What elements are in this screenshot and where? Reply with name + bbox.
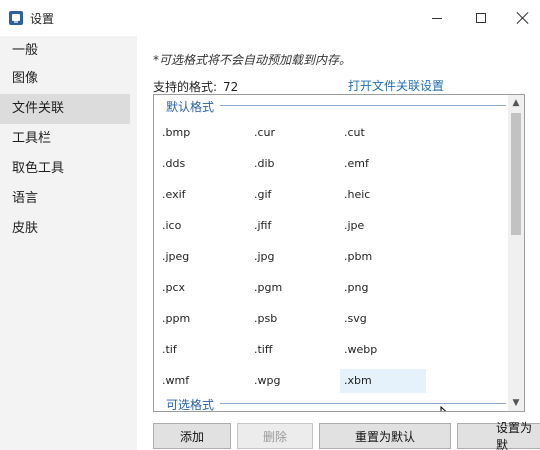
sidebar-item-label: 图像 xyxy=(12,71,39,86)
sidebar-item-label: 皮肤 xyxy=(12,221,39,236)
reset-default-button[interactable]: 重置为默认 xyxy=(319,423,451,449)
format-item[interactable]: .dib xyxy=(250,152,336,176)
app-icon xyxy=(9,11,23,25)
sidebar-item-label: 文件关联 xyxy=(12,101,65,116)
set-default-button[interactable]: 设置为默 xyxy=(457,421,540,450)
format-item[interactable]: .dds xyxy=(158,152,244,176)
maximize-icon xyxy=(476,13,486,23)
format-item[interactable]: .jfif xyxy=(250,214,336,238)
format-item[interactable]: .tiff xyxy=(250,338,336,362)
close-icon xyxy=(517,12,529,24)
format-item[interactable]: .pcx xyxy=(158,276,244,300)
chevron-down-icon[interactable]: ▼ xyxy=(508,395,524,411)
minimize-button[interactable] xyxy=(414,0,460,36)
format-list[interactable]: 默认格式 .bmp .cur .cut .dds .dib .emf .exif .gif .h… xyxy=(153,94,525,412)
format-item[interactable]: .tif xyxy=(158,338,244,362)
vertical-scrollbar[interactable]: ▲ ▼ xyxy=(508,95,524,411)
mouse-pointer-icon xyxy=(440,406,447,411)
default-formats-header: 默认格式 xyxy=(166,98,221,115)
format-item[interactable]: .ppm xyxy=(158,307,244,331)
supported-formats-label: 支持的格式: xyxy=(153,80,218,94)
sidebar-item-skin[interactable]: 皮肤 xyxy=(0,214,130,244)
minimize-icon xyxy=(432,17,442,19)
title-bar: 设置 xyxy=(0,0,540,36)
scroll-thumb[interactable] xyxy=(511,113,521,235)
format-item[interactable]: .svg xyxy=(340,307,426,331)
format-item[interactable]: .heic xyxy=(340,183,426,207)
format-item[interactable]: .png xyxy=(340,276,426,300)
supported-formats-value: 72 xyxy=(223,80,239,94)
sidebar-item-image[interactable]: 图像 xyxy=(0,64,130,94)
maximize-button[interactable] xyxy=(458,0,504,36)
add-button[interactable]: 添加 xyxy=(153,423,231,449)
sidebar-item-language[interactable]: 语言 xyxy=(0,184,130,214)
preload-note: *可选格式将不会自动预加载到内存。 xyxy=(153,53,352,67)
format-item[interactable]: .xbm xyxy=(340,369,426,393)
format-item[interactable]: .jpeg xyxy=(158,245,244,269)
format-item[interactable]: .gif xyxy=(250,183,336,207)
format-item[interactable]: .jpe xyxy=(340,214,426,238)
format-item[interactable]: .jpg xyxy=(250,245,336,269)
close-button[interactable] xyxy=(500,0,540,36)
format-item[interactable]: .bmp xyxy=(158,121,244,145)
format-item[interactable]: .pgm xyxy=(250,276,336,300)
window-title: 设置 xyxy=(30,12,55,26)
format-item[interactable]: .ico xyxy=(158,214,244,238)
chevron-up-icon[interactable]: ▲ xyxy=(508,95,524,111)
settings-content: *可选格式将不会自动预加载到内存。 支持的格式: 72 打开文件关联设置 默认格式… xyxy=(137,36,540,450)
sidebar-item-label: 工具栏 xyxy=(12,131,52,146)
format-item[interactable]: .emf xyxy=(340,152,426,176)
sidebar-item-general[interactable]: 一般 xyxy=(0,36,130,66)
format-item[interactable]: .exif xyxy=(158,183,244,207)
format-item[interactable]: .psb xyxy=(250,307,336,331)
optional-formats-header: 可选格式 xyxy=(166,396,221,411)
delete-button[interactable]: 删除 xyxy=(237,423,313,449)
sidebar-item-file-association[interactable]: 文件关联 xyxy=(0,94,130,124)
format-item[interactable]: .webp xyxy=(340,338,426,362)
sidebar: 一般 图像 文件关联 工具栏 取色工具 语言 皮肤 xyxy=(0,36,137,450)
sidebar-item-color-picker[interactable]: 取色工具 xyxy=(0,154,130,184)
format-item[interactable]: .pbm xyxy=(340,245,426,269)
open-file-association-link[interactable]: 打开文件关联设置 xyxy=(348,77,444,94)
sidebar-item-label: 语言 xyxy=(12,191,39,206)
supported-formats-count: 支持的格式: 72 xyxy=(153,78,238,95)
format-item[interactable]: .wmf xyxy=(158,369,244,393)
format-item[interactable]: .cut xyxy=(340,121,426,145)
sidebar-item-label: 取色工具 xyxy=(12,161,65,176)
format-item[interactable]: .cur xyxy=(250,121,336,145)
sidebar-item-toolbar[interactable]: 工具栏 xyxy=(0,124,130,154)
sidebar-item-label: 一般 xyxy=(12,43,39,58)
format-item[interactable]: .wpg xyxy=(250,369,336,393)
